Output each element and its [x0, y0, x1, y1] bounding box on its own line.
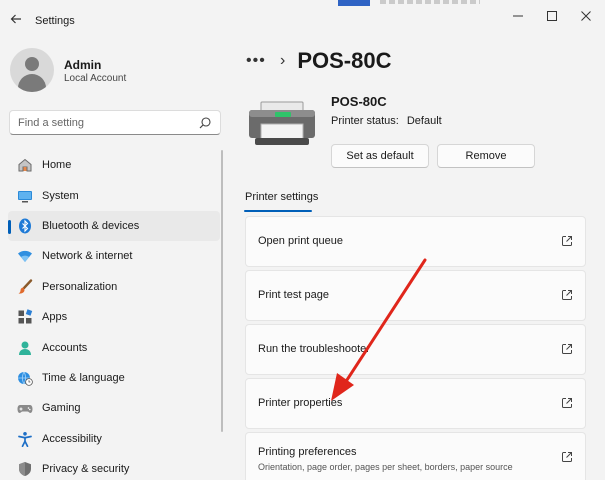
sidebar-item-label: Accounts: [42, 341, 88, 354]
person-icon: [16, 339, 34, 357]
sidebar-item-label: Home: [42, 159, 72, 172]
run-troubleshooter-card[interactable]: Run the troubleshooter: [245, 324, 586, 375]
bluetooth-icon: [16, 217, 34, 235]
avatar-head: [25, 57, 39, 71]
set-as-default-button[interactable]: Set as default: [331, 144, 429, 168]
minimize-button[interactable]: [506, 6, 530, 26]
avatar-body: [18, 74, 46, 92]
sidebar-item-label: Accessibility: [42, 432, 102, 445]
monitor-icon: [16, 187, 34, 205]
card-label: Printing preferences: [258, 446, 357, 458]
sidebar-item-network[interactable]: Network & internet: [8, 241, 220, 271]
minimize-icon: [513, 15, 523, 17]
sidebar-item-personalization[interactable]: Personalization: [8, 272, 220, 302]
avatar[interactable]: [10, 48, 54, 92]
printer-properties-card[interactable]: Printer properties: [245, 378, 586, 429]
search-input[interactable]: [18, 115, 198, 131]
printer-status-value: Default: [406, 115, 442, 127]
printer-name: POS-80C: [331, 94, 387, 109]
sidebar-item-label: Time & language: [42, 371, 125, 384]
printer-icon: [249, 101, 315, 145]
sidebar-item-system[interactable]: System: [8, 180, 220, 210]
external-link-icon: [562, 236, 572, 246]
gamepad-icon: [16, 399, 34, 417]
maximize-button[interactable]: [540, 6, 564, 26]
external-link-icon: [562, 290, 572, 300]
page-title: POS-80C: [297, 48, 392, 73]
sidebar-item-label: Personalization: [42, 280, 118, 293]
apps-icon: [16, 308, 34, 326]
card-label: Open print queue: [258, 235, 344, 247]
brush-icon: [16, 278, 34, 296]
tab-printer-settings[interactable]: Printer settings: [245, 191, 318, 203]
open-print-queue-card[interactable]: Open print queue: [245, 216, 586, 267]
back-button[interactable]: [6, 9, 26, 29]
sidebar-item-label: Network & internet: [42, 250, 133, 263]
search-box[interactable]: [9, 110, 221, 135]
user-name: Admin: [64, 58, 102, 72]
sidebar-item-label: Apps: [42, 311, 68, 324]
sidebar-item-accounts[interactable]: Accounts: [8, 332, 220, 362]
sidebar-item-privacy-security[interactable]: Privacy & security: [8, 454, 220, 480]
search-icon[interactable]: [198, 116, 212, 130]
card-description: Orientation, page order, pages per sheet…: [258, 462, 513, 472]
external-link-icon: [562, 344, 572, 354]
external-link-icon: [562, 452, 572, 462]
account-type: Local Account: [64, 73, 127, 84]
sidebar-item-bluetooth-devices[interactable]: Bluetooth & devices: [8, 210, 220, 242]
sidebar-item-gaming[interactable]: Gaming: [8, 393, 220, 423]
title-bar: Settings: [0, 0, 605, 40]
printer-status: Printer status: Default: [331, 115, 442, 127]
card-label: Printer properties: [258, 397, 343, 409]
breadcrumb-overflow-button[interactable]: •••: [246, 52, 270, 70]
back-arrow-icon: [10, 14, 21, 24]
card-label: Run the troubleshooter: [258, 343, 370, 355]
tab-underline: [244, 210, 312, 212]
sidebar-scrollbar[interactable]: [221, 150, 223, 432]
globe-clock-icon: [16, 369, 34, 387]
sidebar-item-home[interactable]: Home: [8, 150, 220, 180]
sidebar-item-label: Privacy & security: [42, 463, 130, 476]
sidebar-item-time-language[interactable]: Time & language: [8, 363, 220, 393]
home-icon: [16, 156, 34, 174]
wifi-icon: [16, 247, 34, 265]
sidebar-item-label: Bluetooth & devices: [42, 219, 140, 232]
print-test-page-card[interactable]: Print test page: [245, 270, 586, 321]
sidebar-item-label: System: [42, 189, 79, 202]
shield-icon: [16, 460, 34, 478]
sidebar-item-accessibility[interactable]: Accessibility: [8, 424, 220, 454]
sidebar-item-apps[interactable]: Apps: [8, 302, 220, 332]
external-link-icon: [562, 398, 572, 408]
breadcrumb: ••• › POS-80C: [246, 47, 391, 75]
remove-button[interactable]: Remove: [437, 144, 535, 168]
maximize-icon: [547, 11, 557, 21]
card-label: Print test page: [258, 289, 329, 301]
sidebar-item-label: Gaming: [42, 402, 81, 415]
printing-preferences-card[interactable]: Printing preferences Orientation, page o…: [245, 432, 586, 480]
sidebar-nav: Home System Bluetooth & devices Network …: [8, 150, 220, 480]
breadcrumb-separator: ›: [280, 52, 286, 69]
printer-status-label: Printer status:: [331, 115, 399, 127]
close-button[interactable]: [574, 6, 598, 26]
app-title: Settings: [35, 15, 75, 27]
close-icon: [581, 11, 591, 21]
accessibility-icon: [16, 430, 34, 448]
